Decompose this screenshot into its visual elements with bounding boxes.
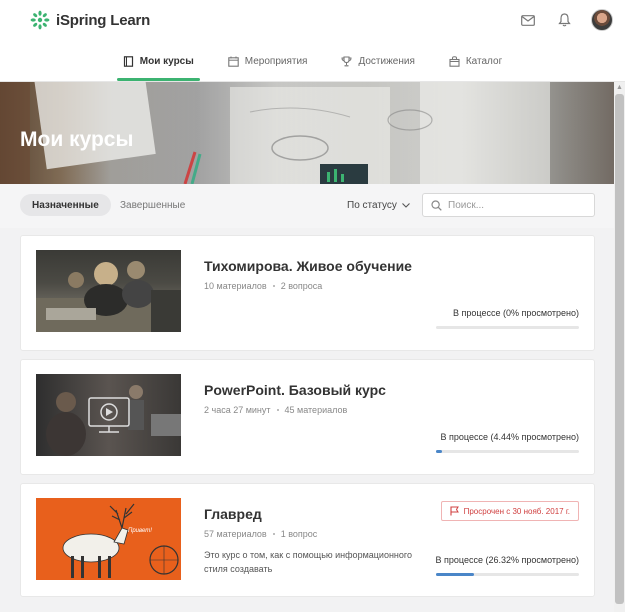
nav-my-courses[interactable]: Мои курсы — [116, 48, 200, 81]
thumb-caption: Привет! — [128, 528, 152, 534]
search-input[interactable] — [448, 199, 588, 211]
course-materials-count: 45 материалов — [284, 405, 348, 415]
course-thumbnail[interactable] — [36, 250, 181, 332]
mail-icon[interactable] — [519, 11, 537, 29]
search-box[interactable] — [422, 193, 595, 217]
course-title[interactable]: Тихомирова. Живое обучение — [204, 258, 412, 274]
page-scrollbar[interactable]: ▲ — [614, 82, 625, 612]
app-header: iSpring Learn Мои курсы Мероприятия Дост… — [0, 0, 625, 82]
course-thumbnail[interactable] — [36, 374, 181, 456]
progress-fill — [436, 573, 474, 576]
course-materials-count: 10 материалов — [204, 281, 267, 291]
overdue-badge: Просрочен с 30 нояб. 2017 г. — [440, 501, 579, 521]
app-logo[interactable]: iSpring Learn — [30, 10, 150, 30]
course-thumbnail[interactable]: Привет! — [36, 498, 181, 580]
course-meta: 2 часа 27 минут 45 материалов — [204, 405, 347, 415]
video-thumbnail — [46, 385, 181, 456]
course-card[interactable]: Привет! Главред 57 материалов 1 вопрос Э… — [20, 483, 595, 597]
calendar-icon — [228, 56, 239, 67]
tab-completed[interactable]: Завершенные — [120, 194, 185, 216]
nav-label: Мероприятия — [244, 55, 308, 67]
scroll-up-arrow-icon[interactable]: ▲ — [616, 84, 623, 91]
course-progress-bar — [436, 326, 579, 329]
course-status: В процессе (26.32% просмотрено) — [435, 555, 579, 565]
nav-achievements[interactable]: Достижения — [337, 48, 418, 74]
overdue-text: Просрочен с 30 нояб. 2017 г. — [463, 506, 570, 516]
meta-separator — [272, 533, 275, 535]
bell-icon[interactable] — [555, 11, 573, 29]
course-title[interactable]: Главред — [204, 506, 262, 522]
course-questions-count: 2 вопроса — [280, 281, 323, 291]
ispring-logo-icon — [30, 10, 50, 30]
bag-icon — [449, 55, 460, 67]
main-nav: Мои курсы Мероприятия Достижения Каталог — [0, 48, 625, 82]
nav-catalog[interactable]: Каталог — [445, 48, 506, 74]
flag-icon — [450, 506, 459, 516]
book-icon — [123, 55, 133, 67]
hero-banner: Мои курсы — [0, 82, 614, 184]
scrollbar-thumb[interactable] — [615, 94, 624, 604]
course-meta: 57 материалов 1 вопрос — [204, 529, 317, 539]
meta-separator — [272, 285, 275, 287]
nav-label: Каталог — [465, 55, 503, 67]
course-card[interactable]: PowerPoint. Базовый курс 2 часа 27 минут… — [20, 359, 595, 475]
status-filter-dropdown[interactable]: По статусу — [347, 194, 410, 216]
meta-separator — [276, 409, 279, 411]
classroom-photo — [36, 261, 181, 332]
course-status: В процессе (4.44% просмотрено) — [440, 432, 579, 442]
nav-label: Достижения — [358, 55, 415, 67]
page-title: Мои курсы — [20, 128, 134, 151]
trophy-icon — [341, 55, 352, 66]
course-progress-bar — [436, 450, 579, 453]
course-duration: 2 часа 27 минут — [204, 405, 271, 415]
search-icon — [431, 199, 442, 211]
chevron-down-icon — [402, 202, 410, 208]
user-avatar[interactable] — [591, 9, 613, 31]
nav-events[interactable]: Мероприятия — [224, 48, 312, 74]
progress-fill — [436, 450, 443, 453]
course-status: В процессе (0% просмотрено) — [453, 308, 579, 318]
app-name: iSpring Learn — [56, 11, 151, 29]
course-questions-count: 1 вопрос — [280, 529, 318, 539]
course-card[interactable]: Тихомирова. Живое обучение 10 материалов… — [20, 235, 595, 351]
course-progress-bar — [436, 573, 579, 576]
course-materials-count: 57 материалов — [204, 529, 267, 539]
status-filter-label: По статусу — [347, 199, 397, 211]
tab-assigned[interactable]: Назначенные — [20, 194, 111, 216]
filter-bar: Назначенные Завершенные По статусу — [0, 184, 614, 228]
deer-illustration — [62, 503, 179, 578]
nav-label: Мои курсы — [139, 55, 194, 67]
course-meta: 10 материалов 2 вопроса — [204, 281, 322, 291]
course-title[interactable]: PowerPoint. Базовый курс — [204, 382, 386, 398]
course-description: Это курс о том, как с помощью информацио… — [204, 550, 412, 574]
